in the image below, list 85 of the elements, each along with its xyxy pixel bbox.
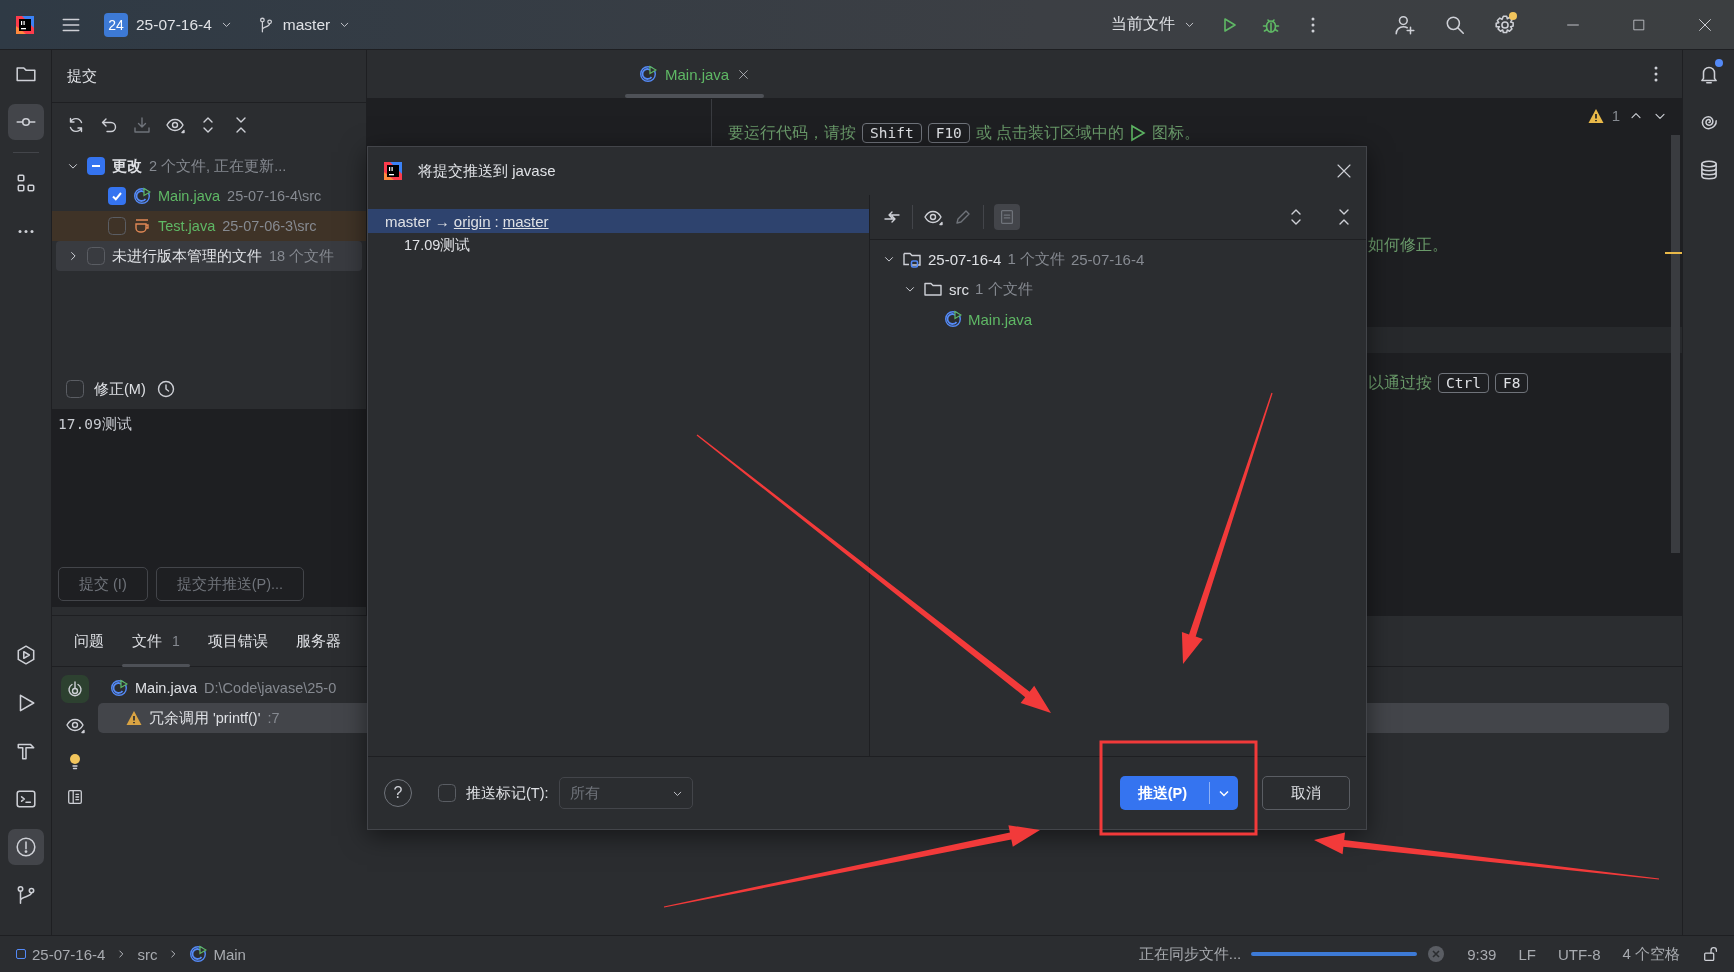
warning-icon <box>126 710 142 726</box>
amend-label[interactable]: 修正(M) <box>94 379 146 399</box>
status-item[interactable]: 9:39 <box>1467 945 1497 963</box>
more-icon <box>15 228 36 234</box>
file-count: 1 个文件 <box>1007 249 1065 269</box>
breadcrumb[interactable]: 25-07-16-4 <box>16 945 106 963</box>
warning-marker[interactable] <box>1665 252 1682 254</box>
file-name[interactable]: Main.java <box>135 680 198 696</box>
push-button[interactable]: 推送(P) <box>1119 776 1238 810</box>
warning-count[interactable]: 1 <box>1611 107 1620 124</box>
editor-tab[interactable]: Main.java <box>623 50 767 98</box>
key-cap: F8 <box>1494 373 1529 393</box>
file-path: 25-07-06-3\src <box>222 218 317 234</box>
commit-item[interactable]: 17.09测试 <box>404 235 471 255</box>
dialog-title: 将提交推送到 javase <box>418 161 556 181</box>
project-selector[interactable]: 24 25-07-16-4 <box>96 8 241 41</box>
breadcrumb[interactable]: Main <box>189 945 246 963</box>
tree-item[interactable]: Main.java <box>968 310 1033 328</box>
lock-icon[interactable] <box>1702 945 1720 963</box>
java-class-icon <box>110 679 128 697</box>
java-class-icon <box>189 945 208 963</box>
hint-text: 如何修正。 <box>1368 234 1448 255</box>
layout-icon[interactable] <box>66 788 84 806</box>
panel-tab[interactable]: 服务器 <box>281 616 355 666</box>
checkbox[interactable] <box>87 157 105 175</box>
history-icon[interactable] <box>155 379 176 399</box>
checkbox[interactable] <box>108 217 126 235</box>
hint-text: 图标。 <box>1152 122 1201 143</box>
key-cap: F10 <box>927 123 970 143</box>
status-item[interactable]: LF <box>1518 945 1536 963</box>
inspection-icon[interactable] <box>65 679 85 699</box>
problems-tool-button[interactable] <box>7 829 44 865</box>
hint-text: 以通过按 <box>1368 372 1432 393</box>
branch-row[interactable]: master → origin : master <box>368 209 869 233</box>
hint-text: 或 点击装订区域中的 <box>975 122 1125 143</box>
close-icon[interactable] <box>737 67 751 81</box>
settings-icon[interactable] <box>1494 13 1516 36</box>
checkbox[interactable] <box>108 187 126 205</box>
cup-icon <box>133 217 151 235</box>
branch-selector[interactable]: master <box>248 11 360 38</box>
changelist-info: 18 个文件 <box>269 246 335 266</box>
tree-item[interactable]: src <box>949 280 969 298</box>
panel-tab[interactable]: 项目错误 <box>193 616 282 666</box>
module-path: 25-07-16-4 <box>1070 250 1145 268</box>
push-tags-label[interactable]: 推送标记(T): <box>466 783 549 803</box>
changelist-info: 2 个文件, 正在更新... <box>149 156 287 176</box>
java-class-icon <box>133 187 151 205</box>
file-count: 1 个文件 <box>975 279 1033 299</box>
tree-item[interactable]: 25-07-16-4 <box>928 250 1002 268</box>
key-cap: Shift <box>862 123 922 143</box>
warning-icon[interactable] <box>1587 107 1604 124</box>
remote-link[interactable]: origin <box>453 212 491 230</box>
problems-icon <box>14 836 37 858</box>
checkbox[interactable] <box>87 247 105 265</box>
breadcrumb[interactable]: src <box>137 945 158 963</box>
status-item[interactable]: 4 个空格 <box>1622 944 1680 964</box>
panel-tab[interactable]: 文件 1 <box>118 616 194 666</box>
run-config-selector[interactable]: 当前文件 <box>1103 10 1204 39</box>
target-branch-link[interactable]: master <box>502 212 549 230</box>
add-user-icon[interactable] <box>1394 13 1416 36</box>
commit-tool-button[interactable] <box>7 104 44 140</box>
key-cap: Ctrl <box>1438 373 1489 393</box>
terminal-icon <box>14 788 37 810</box>
file-name[interactable]: Main.java <box>158 188 221 204</box>
cancel-button[interactable]: 取消 <box>1262 776 1350 810</box>
hint-text: 要运行代码，请按 <box>728 122 856 143</box>
task-text[interactable]: 正在同步文件... <box>1138 944 1242 964</box>
app-logo[interactable] <box>14 13 36 36</box>
download-icon[interactable] <box>132 115 152 135</box>
java-class-icon <box>639 65 657 83</box>
changelist-name[interactable]: 未进行版本管理的文件 <box>112 246 262 266</box>
panel-tab[interactable]: 问题 <box>60 616 118 666</box>
run-icon <box>1130 124 1147 142</box>
file-path: D:\Code\javase\25-0 <box>204 680 337 696</box>
panel-title: 提交 <box>67 66 97 86</box>
changelist-name[interactable]: 更改 <box>112 156 142 176</box>
status-item[interactable]: UTF-8 <box>1558 945 1601 963</box>
java-class-icon <box>944 310 962 328</box>
checkbox[interactable] <box>66 380 84 398</box>
file-path: 25-07-16-4\src <box>227 188 322 204</box>
notification-dot <box>1714 59 1723 67</box>
file-name[interactable]: Test.java <box>158 218 216 234</box>
checkbox[interactable] <box>438 784 456 802</box>
app-logo[interactable] <box>382 160 404 182</box>
scrollbar[interactable] <box>1671 135 1680 553</box>
